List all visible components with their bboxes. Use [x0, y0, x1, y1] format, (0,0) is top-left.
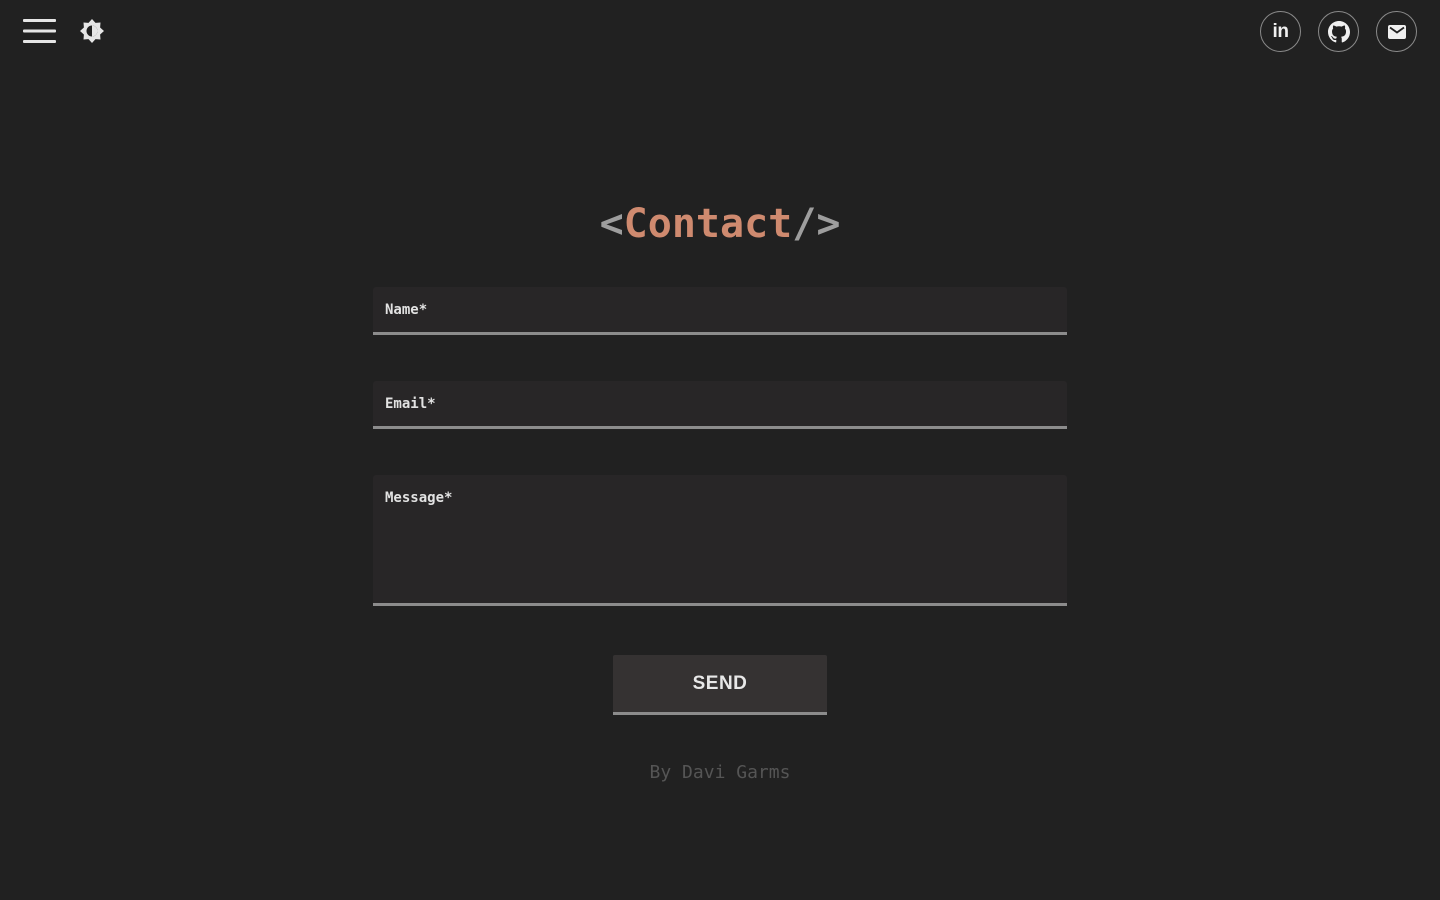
- title-word: Contact: [623, 201, 793, 247]
- send-button[interactable]: SEND: [613, 655, 827, 715]
- title-close-bracket: />: [792, 201, 841, 247]
- menu-button[interactable]: [22, 14, 56, 48]
- github-button[interactable]: [1318, 11, 1359, 52]
- linkedin-button[interactable]: in: [1260, 11, 1301, 52]
- name-field-container: [373, 287, 1067, 335]
- contact-page: in <Contact/> SEND By Davi Garms: [0, 0, 1440, 900]
- brightness-toggle-icon: [80, 19, 104, 43]
- social-links: in: [1260, 11, 1417, 52]
- page-title: <Contact/>: [0, 198, 1440, 250]
- mail-icon: [1387, 24, 1406, 39]
- email-button[interactable]: [1376, 11, 1417, 52]
- hamburger-menu-icon: [22, 19, 56, 43]
- name-input[interactable]: [373, 287, 1067, 332]
- linkedin-icon: in: [1272, 20, 1289, 42]
- top-left-controls: [22, 14, 106, 48]
- theme-toggle-button[interactable]: [78, 17, 106, 45]
- github-icon: [1327, 20, 1350, 42]
- author-credit: By Davi Garms: [649, 762, 791, 783]
- message-textarea[interactable]: [373, 475, 1067, 603]
- title-open-bracket: <: [599, 201, 624, 247]
- message-field-container: [373, 475, 1067, 606]
- email-field-container: [373, 381, 1067, 429]
- email-input[interactable]: [373, 381, 1067, 426]
